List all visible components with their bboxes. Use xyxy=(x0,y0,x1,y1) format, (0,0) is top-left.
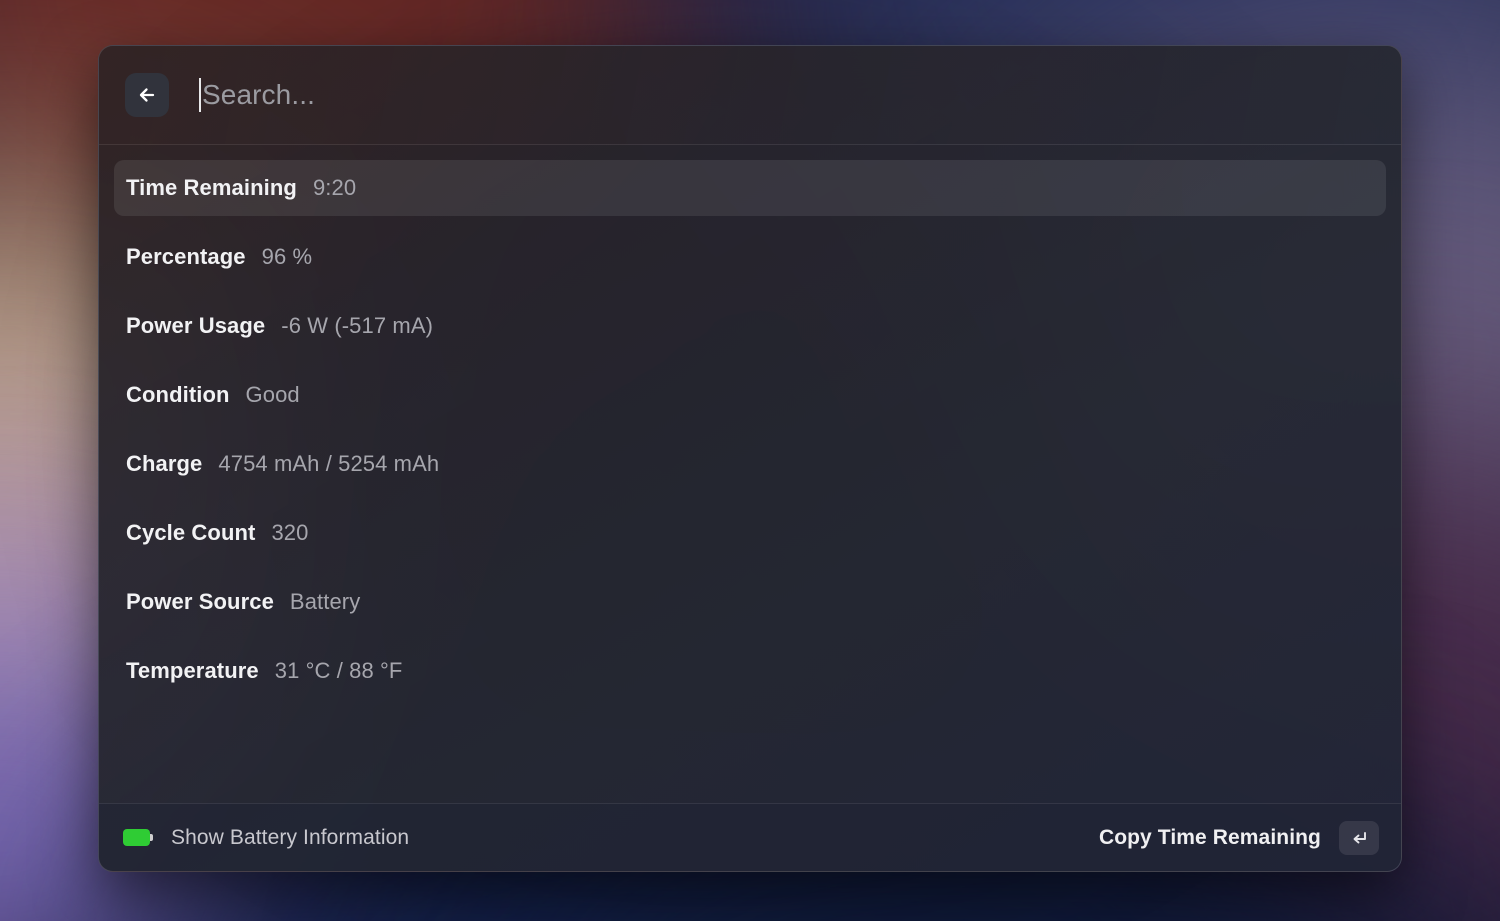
result-row[interactable]: Temperature 31 °C / 88 °F xyxy=(114,643,1386,699)
result-label: Power Usage xyxy=(126,313,266,338)
result-value: 96 % xyxy=(261,244,313,269)
result-label: Charge xyxy=(126,451,203,476)
primary-action[interactable]: Copy Time Remaining xyxy=(1098,820,1379,855)
result-value: Good xyxy=(245,382,300,407)
result-value: 31 °C / 88 °F xyxy=(274,658,403,683)
result-value: 9:20 xyxy=(312,175,357,200)
result-row[interactable]: Cycle Count 320 xyxy=(114,505,1386,561)
primary-action-label: Copy Time Remaining xyxy=(1098,825,1321,849)
result-value: 320 xyxy=(271,520,309,545)
result-label: Power Source xyxy=(126,589,274,614)
result-row[interactable]: Time Remaining 9:20 xyxy=(114,160,1386,216)
result-row[interactable]: Percentage 96 % xyxy=(114,229,1386,285)
result-row[interactable]: Power Usage -6 W (-517 mA) xyxy=(114,298,1386,354)
result-label: Time Remaining xyxy=(126,175,297,200)
desktop-wallpaper: Search... Time Remaining 9:20 Percentage 96… xyxy=(0,0,1500,921)
battery-cap xyxy=(150,834,153,841)
text-caret xyxy=(199,78,201,112)
launcher-window: Search... Time Remaining 9:20 Percentage 96… xyxy=(98,45,1402,872)
battery-icon xyxy=(123,829,153,846)
return-key-icon xyxy=(1353,831,1366,843)
search-placeholder: Search... xyxy=(202,79,315,110)
result-value: Battery xyxy=(289,589,361,614)
search-input[interactable]: Search... xyxy=(199,70,1375,120)
result-value: 4754 mAh / 5254 mAh xyxy=(218,451,440,476)
result-label: Condition xyxy=(126,382,230,407)
result-row[interactable]: Condition Good xyxy=(114,367,1386,423)
result-label: Percentage xyxy=(126,244,246,269)
battery-body xyxy=(123,829,150,846)
return-key-button[interactable] xyxy=(1339,820,1379,855)
result-label: Temperature xyxy=(126,658,259,683)
results-list: Time Remaining 9:20 Percentage 96 % Power Us… xyxy=(99,145,1401,803)
back-button[interactable] xyxy=(125,73,169,117)
extension-info[interactable]: Show Battery Information xyxy=(123,826,409,850)
result-label: Cycle Count xyxy=(126,520,256,545)
result-row[interactable]: Power Source Battery xyxy=(114,574,1386,630)
result-value: -6 W (-517 mA) xyxy=(281,313,434,338)
arrow-left-icon xyxy=(139,88,155,102)
result-row[interactable]: Charge 4754 mAh / 5254 mAh xyxy=(114,436,1386,492)
extension-name: Show Battery Information xyxy=(171,825,410,849)
footer-bar: Show Battery Information Copy Time Remai… xyxy=(99,803,1401,871)
search-bar: Search... xyxy=(99,46,1401,145)
